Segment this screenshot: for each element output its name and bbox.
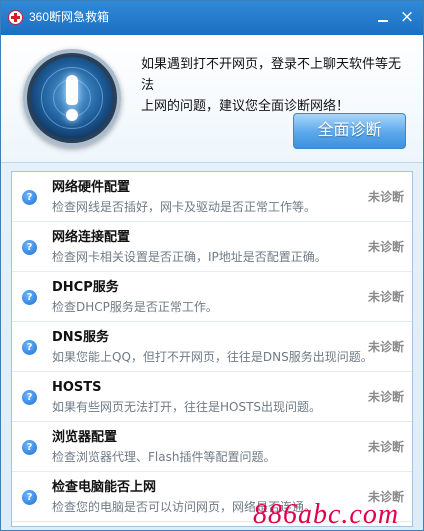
list-item[interactable]: ? 网络连接配置 检查网卡相关设置是否正确，IP地址是否配置正确。 未诊断 — [12, 222, 412, 272]
exclamation-radar-icon — [23, 49, 121, 147]
item-title: 网络硬件配置 — [52, 180, 131, 195]
list-item[interactable]: ? DNS服务 如果您能上QQ，但打不开网页，往往是DNS服务出现问题。 未诊断 — [12, 322, 412, 372]
item-status: 未诊断 — [368, 340, 405, 354]
question-icon[interactable]: ? — [22, 440, 37, 455]
question-icon[interactable]: ? — [22, 490, 37, 505]
window-title: 360断网急救箱 — [29, 10, 110, 24]
item-title: 网络连接配置 — [52, 230, 131, 245]
item-title: DHCP服务 — [52, 280, 119, 295]
close-button[interactable]: × — [397, 7, 417, 27]
diagnosis-list: ? 网络硬件配置 检查网线是否插好，网卡及驱动是否正常工作等。 未诊断 ? 网络… — [11, 171, 413, 527]
site-watermark: 886abc.com — [253, 499, 400, 530]
item-title: 检查电脑能否上网 — [52, 480, 157, 495]
app-logo-icon — [8, 10, 23, 25]
item-title: 浏览器配置 — [52, 430, 118, 445]
question-icon[interactable]: ? — [22, 190, 37, 205]
list-item[interactable]: ? DHCP服务 检查DHCP服务是否正常工作。 未诊断 — [12, 272, 412, 322]
item-status: 未诊断 — [368, 440, 405, 454]
question-icon[interactable]: ? — [22, 390, 37, 405]
hero-message: 如果遇到打不开网页，登录不上聊天软件等无法 上网的问题，建议您全面诊断网络！ — [141, 54, 411, 117]
item-description: 如果您能上QQ，但打不开网页，往往是DNS服务出现问题。 — [52, 350, 373, 364]
item-description: 检查DHCP服务是否正常工作。 — [52, 300, 218, 314]
full-diagnosis-button[interactable]: 全面诊断 — [293, 113, 406, 149]
question-icon[interactable]: ? — [22, 240, 37, 255]
hero-panel: 如果遇到打不开网页，登录不上聊天软件等无法 上网的问题，建议您全面诊断网络！ 全… — [1, 35, 423, 163]
minimize-button[interactable] — [373, 7, 393, 27]
list-item[interactable]: ? 浏览器配置 检查浏览器代理、Flash插件等配置问题。 未诊断 — [12, 422, 412, 472]
list-item[interactable]: ? HOSTS 如果有些网页无法打开，往往是HOSTS出现问题。 未诊断 — [12, 372, 412, 422]
list-item[interactable]: ? 网络硬件配置 检查网线是否插好，网卡及驱动是否正常工作等。 未诊断 — [12, 172, 412, 222]
title-bar[interactable]: 360断网急救箱 × — [1, 1, 423, 35]
item-title: DNS服务 — [52, 330, 110, 345]
item-description: 检查网线是否插好，网卡及驱动是否正常工作等。 — [52, 200, 317, 214]
item-description: 检查网卡相关设置是否正确，IP地址是否配置正确。 — [52, 250, 327, 264]
item-status: 未诊断 — [368, 190, 405, 204]
app-window: 360断网急救箱 × 如果遇到打不开网页，登录不上聊天软件等无法 上网的问题，建… — [0, 0, 424, 531]
item-status: 未诊断 — [368, 290, 405, 304]
question-icon[interactable]: ? — [22, 340, 37, 355]
item-status: 未诊断 — [368, 390, 405, 404]
item-description: 检查浏览器代理、Flash插件等配置问题。 — [52, 450, 276, 464]
hero-message-line1: 如果遇到打不开网页，登录不上聊天软件等无法 — [141, 57, 402, 93]
item-status: 未诊断 — [368, 240, 405, 254]
question-icon[interactable]: ? — [22, 290, 37, 305]
item-description: 如果有些网页无法打开，往往是HOSTS出现问题。 — [52, 400, 322, 414]
item-title: HOSTS — [52, 380, 102, 395]
exclamation-icon — [59, 75, 85, 121]
